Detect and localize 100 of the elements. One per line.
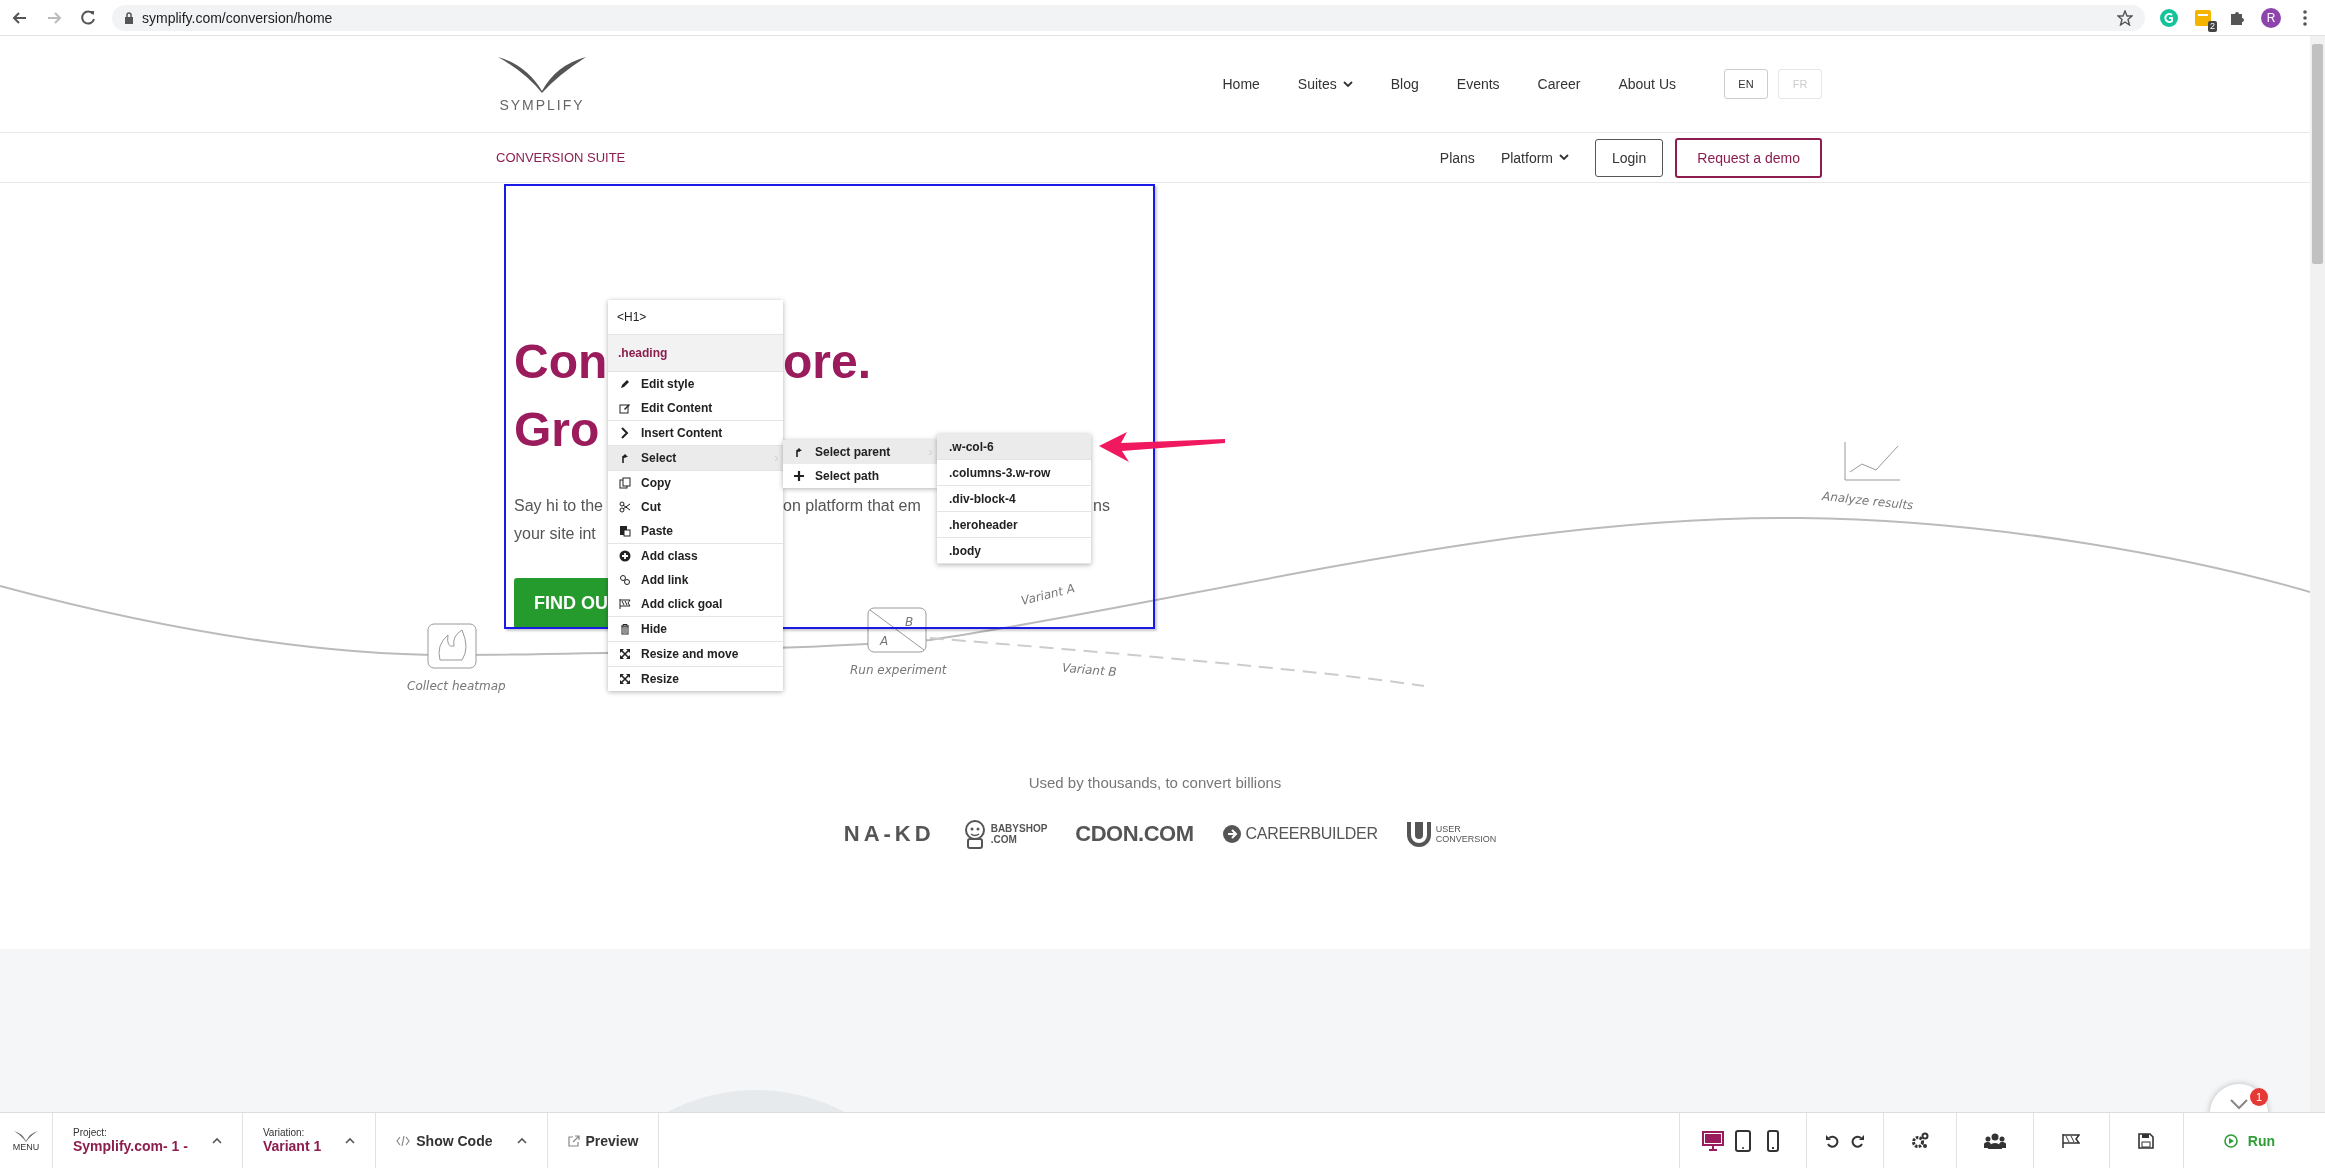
login-button[interactable]: Login — [1595, 138, 1664, 177]
field-label: Variation: — [262, 1127, 306, 1138]
intro-text: Say hi to the — [514, 497, 603, 515]
resize-icon — [619, 673, 631, 685]
link-icon — [619, 574, 631, 586]
nav-link[interactable]: Blog — [1390, 76, 1419, 92]
menu-item[interactable]: Add link — [608, 568, 783, 592]
heading-text: ore. — [783, 334, 872, 390]
select-icon — [619, 452, 631, 464]
sketch-label: A — [880, 634, 889, 648]
scrollbar[interactable] — [2310, 36, 2325, 1112]
sketch-label: Run experiment — [850, 663, 947, 677]
nav-link[interactable]: Platform — [1500, 149, 1569, 166]
sketch-label: Variant A — [1019, 581, 1077, 608]
scrollbar-thumb[interactable] — [2312, 44, 2323, 264]
caret-icon[interactable] — [345, 1137, 356, 1144]
save-icon[interactable] — [2138, 1132, 2155, 1149]
plus-circle-icon — [619, 550, 631, 562]
menu-item[interactable]: .columns-3.w-row — [937, 460, 1091, 486]
profile-avatar[interactable]: R — [2261, 7, 2281, 28]
menu-button[interactable]: MENU — [0, 1113, 53, 1168]
chevron-down-icon — [2229, 1098, 2249, 1110]
suite-title[interactable]: CONVERSION SUITE — [496, 150, 626, 165]
sketch-label: B — [905, 615, 914, 629]
heading-text: Gro — [514, 402, 600, 458]
address-bar[interactable]: symplify.com/conversion/home — [112, 4, 2145, 31]
menu-item[interactable]: Resize — [608, 667, 783, 691]
nav-link[interactable]: Home — [1222, 76, 1260, 92]
settings-icon[interactable] — [1910, 1131, 1929, 1150]
heading-text: Con — [514, 334, 608, 390]
intro-text: your site int — [514, 525, 596, 543]
menu-item[interactable]: Select — [608, 446, 783, 470]
menu-item[interactable]: Cut — [608, 495, 783, 519]
chevron-right-icon — [928, 449, 933, 456]
nav-link[interactable]: About Us — [1618, 76, 1676, 92]
demo-button[interactable]: Request a demo — [1675, 137, 1822, 178]
chevron-right-icon — [774, 455, 779, 462]
logo-icon[interactable] — [496, 55, 588, 95]
menu-item[interactable]: Resize and move — [608, 642, 783, 666]
undo-icon[interactable] — [1824, 1133, 1839, 1148]
menu-item[interactable]: .div-block-4 — [937, 486, 1091, 512]
extension-icon[interactable] — [2193, 7, 2213, 28]
variation-value[interactable]: Variant 1 — [262, 1138, 322, 1154]
class-name[interactable]: .heading — [608, 335, 783, 371]
menu-item[interactable]: Add class — [608, 544, 783, 568]
url-text: symplify.com/conversion/home — [142, 9, 333, 26]
ab-box-icon — [867, 607, 927, 653]
external-link-icon — [567, 1134, 580, 1147]
flag-icon — [619, 598, 631, 610]
nav-link[interactable]: Career — [1537, 76, 1581, 92]
project-value[interactable]: Symplify.com- 1 - — [73, 1138, 188, 1154]
menu-item[interactable]: Select parent — [783, 440, 937, 464]
caret-icon[interactable] — [516, 1137, 527, 1144]
desktop-icon[interactable] — [1701, 1129, 1724, 1152]
sketch-label: Collect heatmap — [407, 679, 506, 693]
brand-logo: USER CONVERSION — [1435, 824, 1497, 844]
plus-icon — [793, 470, 805, 482]
lock-icon — [124, 11, 134, 24]
menu-item[interactable]: Paste — [608, 519, 783, 543]
line-chart-icon — [1844, 441, 1901, 481]
logo-text[interactable]: SYMPLIFY — [499, 97, 585, 113]
flag-icon[interactable] — [2062, 1132, 2081, 1149]
nav-link[interactable]: Suites — [1297, 76, 1353, 92]
paste-icon — [619, 525, 631, 537]
baby-face-icon — [962, 819, 987, 849]
menu-item[interactable]: Hide — [608, 617, 783, 641]
trash-icon — [619, 623, 631, 635]
caret-icon[interactable] — [211, 1137, 222, 1144]
nav-link[interactable]: Events — [1456, 76, 1500, 92]
find-out-button[interactable]: FIND OU — [514, 578, 608, 629]
redo-icon[interactable] — [1850, 1133, 1865, 1148]
select-icon — [793, 446, 805, 458]
field-label: Project: — [73, 1127, 108, 1138]
chevron-icon — [619, 427, 631, 439]
menu-item[interactable]: Edit style — [608, 372, 783, 396]
preview-button[interactable]: Preview — [567, 1132, 639, 1149]
menu-item[interactable]: Copy — [608, 471, 783, 495]
brand-logo: CAREERBUILDER — [1245, 825, 1378, 843]
u-letter-icon — [1405, 820, 1432, 848]
code-icon — [396, 1135, 411, 1146]
menu-item[interactable]: Insert Content — [608, 421, 783, 445]
language-button[interactable]: EN — [1724, 69, 1768, 99]
nav-link[interactable]: Plans — [1439, 149, 1475, 166]
edit-icon — [619, 402, 631, 414]
intro-text: on platform that em — [783, 497, 921, 515]
star-icon[interactable] — [2117, 9, 2133, 26]
sketch-label: Variant B — [1061, 660, 1118, 680]
users-icon[interactable] — [1983, 1132, 2006, 1149]
logo-icon — [13, 1129, 39, 1142]
menu-item[interactable]: Add click goal — [608, 592, 783, 616]
show-code-button[interactable]: Show Code — [396, 1132, 493, 1149]
menu-item[interactable]: Select path — [783, 464, 937, 488]
menu-item[interactable]: Edit Content — [608, 396, 783, 420]
sketch-label: Analyze results — [1821, 489, 1914, 513]
menu-item[interactable]: .heroheader — [937, 512, 1091, 538]
cut-icon — [619, 501, 631, 513]
extension-badge: 2 — [2208, 20, 2217, 32]
menu-item[interactable]: .w-col-6 — [937, 434, 1091, 460]
menu-item[interactable]: .body — [937, 538, 1091, 564]
brand-logo: NA-KD — [843, 821, 935, 847]
